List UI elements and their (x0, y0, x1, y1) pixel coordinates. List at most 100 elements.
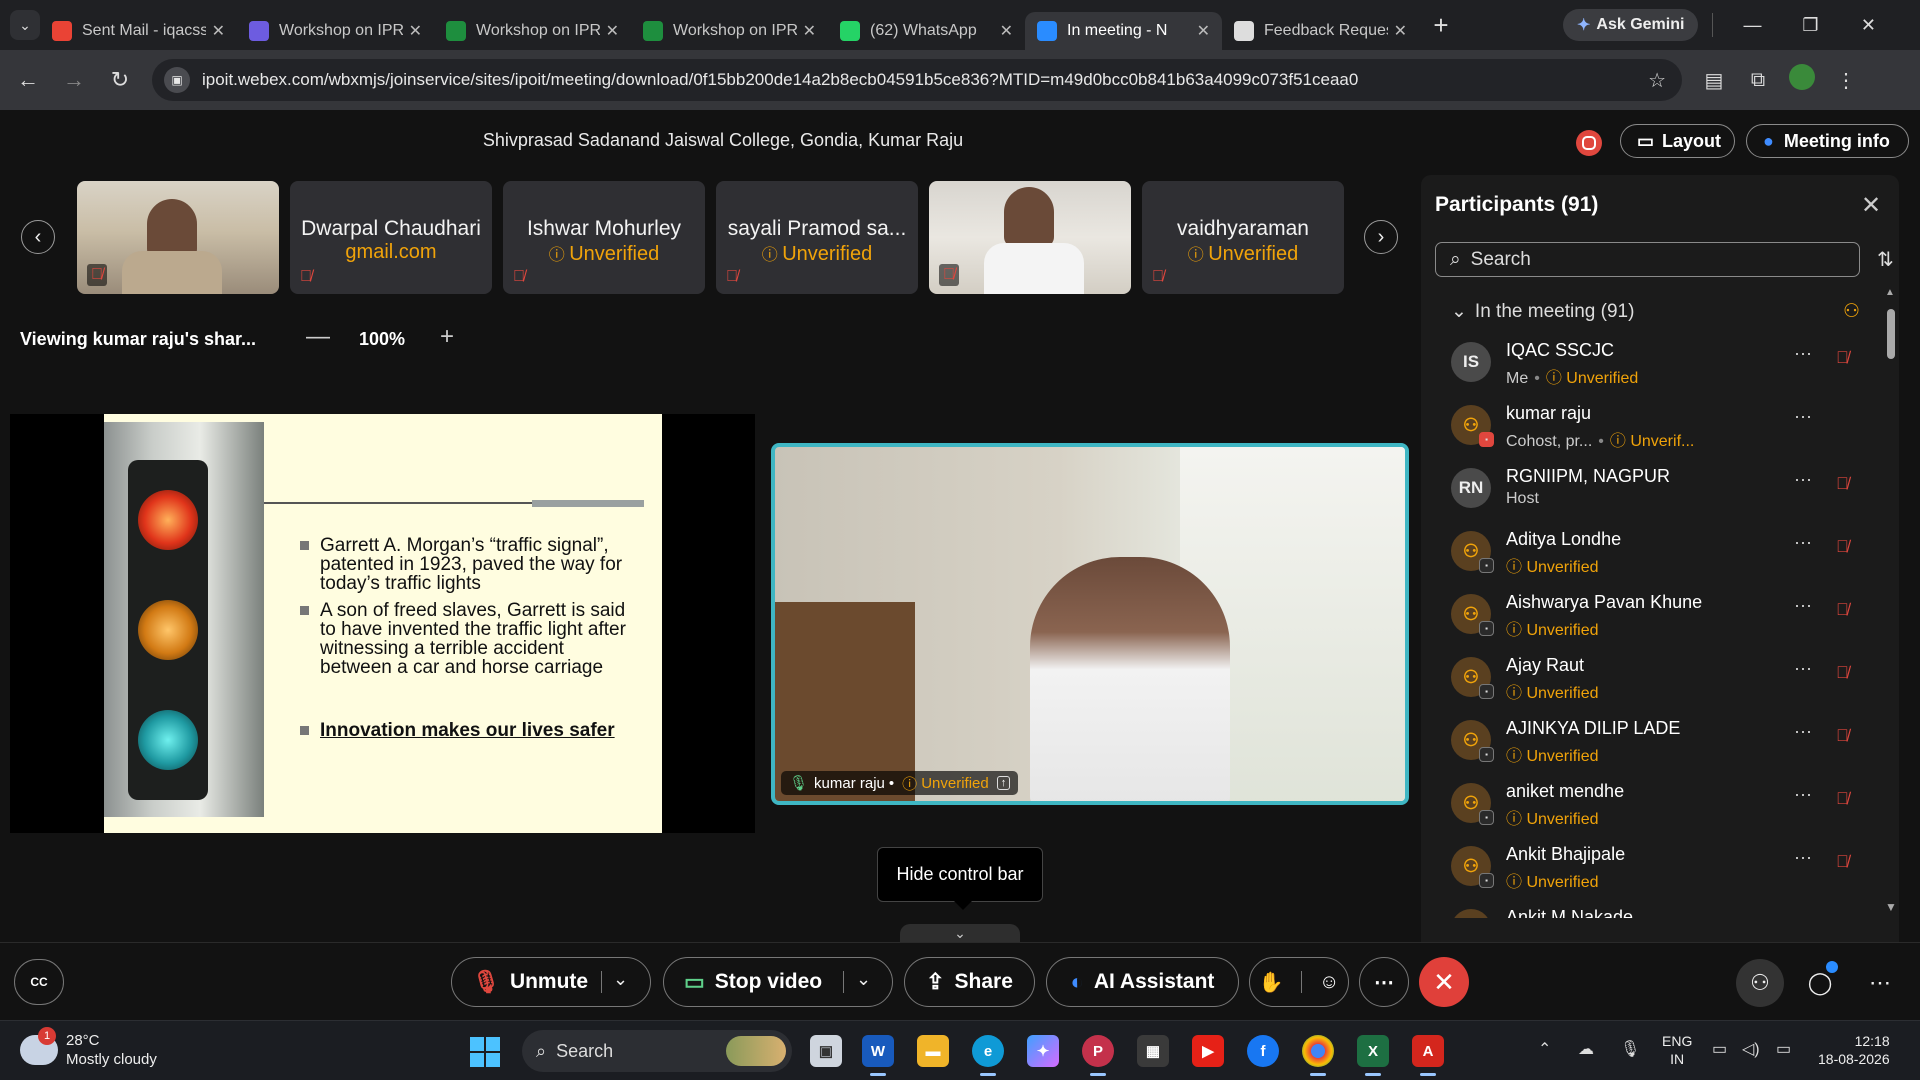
mic-muted-icon[interactable]: 🎙̸ (1836, 600, 1849, 620)
start-button[interactable] (470, 1037, 500, 1067)
participant-row[interactable]: ⚇ ▪ AJINKYA DILIP LADE ⓘ Unverified ⋯ 🎙̸ (1421, 708, 1881, 771)
closed-captions-button[interactable]: CC (14, 959, 64, 1005)
tray-overflow-icon[interactable]: ⌃ (1538, 1039, 1551, 1059)
zoom-out-button[interactable]: — (306, 323, 330, 351)
participant-more-icon[interactable]: ⋯ (1794, 470, 1813, 491)
shared-content[interactable]: Garrett A. Morgan’s “traffic signal”, pa… (10, 414, 755, 833)
profile-avatar[interactable] (1780, 64, 1824, 96)
reload-button[interactable]: ↻ (102, 67, 138, 93)
assign-host-icon[interactable]: ⚇ (1843, 300, 1860, 323)
close-window-button[interactable]: ✕ (1839, 15, 1897, 36)
layout-button[interactable]: ▭ Layout (1620, 124, 1735, 158)
mic-muted-icon[interactable]: 🎙̸ (1836, 852, 1849, 872)
microphone-icon[interactable]: 🎙 (1620, 1039, 1640, 1059)
word-app-icon[interactable]: W (862, 1035, 894, 1076)
mic-muted-icon[interactable]: 🎙̸ (1836, 474, 1849, 494)
strip-next-button[interactable]: › (1364, 220, 1398, 254)
mic-muted-icon[interactable]: 🎙̸ (1836, 537, 1849, 557)
browser-tab[interactable]: Feedback Reques ✕ (1222, 12, 1419, 50)
powerpoint-app-icon[interactable]: P (1082, 1035, 1114, 1076)
participant-more-icon[interactable]: ⋯ (1794, 659, 1813, 680)
in-meeting-section-toggle[interactable]: ⌄ In the meeting (91) (1451, 300, 1634, 323)
participant-thumbnail[interactable]: 🎙̸ (77, 181, 279, 294)
zoom-in-button[interactable]: + (440, 323, 454, 351)
network-icon[interactable]: ▭ (1712, 1039, 1727, 1059)
browser-tab[interactable]: Sent Mail - iqacss ✕ (40, 12, 237, 50)
ai-assistant-button[interactable]: ◐ AI Assistant (1046, 957, 1239, 1007)
back-button[interactable]: ← (10, 67, 46, 93)
volume-icon[interactable]: ◁) (1742, 1039, 1760, 1059)
browser-tab[interactable]: Workshop on IPR ✕ (434, 12, 631, 50)
close-tab-icon[interactable]: ✕ (1197, 21, 1210, 41)
sort-icon[interactable]: ⇅ (1877, 247, 1894, 272)
close-tab-icon[interactable]: ✕ (606, 21, 619, 41)
participant-more-icon[interactable]: ⋯ (1794, 785, 1813, 806)
participants-toggle-button[interactable]: ⚇ (1736, 959, 1784, 1007)
acrobat-app-icon[interactable]: A (1412, 1035, 1444, 1076)
participant-more-icon[interactable]: ⋯ (1794, 722, 1813, 743)
mic-muted-icon[interactable]: 🎙̸ (1836, 726, 1849, 746)
edge-app-icon[interactable]: e (972, 1035, 1004, 1076)
participants-scrollbar[interactable] (1887, 295, 1895, 905)
reading-list-icon[interactable]: ▤ (1692, 68, 1736, 93)
mic-muted-icon[interactable]: 🎙̸ (1836, 789, 1849, 809)
audio-options-chevron-icon[interactable]: ⌄ (613, 969, 628, 990)
participant-row[interactable]: ⚇ ▪ Aditya Londhe ⓘ Unverified ⋯ 🎙̸ (1421, 519, 1881, 582)
participant-row[interactable]: ⚇ ▪ aniket mendhe ⓘ Unverified ⋯ 🎙̸ (1421, 771, 1881, 834)
tab-search-button[interactable]: ⌄ (10, 10, 40, 40)
taskbar-search[interactable]: ⌕ Search (522, 1030, 792, 1072)
browser-tab[interactable]: Workshop on IPR ✕ (631, 12, 828, 50)
site-info-icon[interactable]: ▣ (164, 67, 190, 93)
extensions-icon[interactable]: ⧉ (1736, 69, 1780, 92)
leave-meeting-button[interactable]: ✕ (1419, 957, 1469, 1007)
copilot-app-icon[interactable]: ✦ (1027, 1035, 1059, 1067)
ask-gemini-button[interactable]: ✦ Ask Gemini (1563, 9, 1699, 41)
participant-thumbnail[interactable]: vaidhyaraman ⓘ Unverified 🎙̸ (1142, 181, 1344, 294)
battery-icon[interactable]: ▭ (1776, 1039, 1791, 1059)
close-tab-icon[interactable]: ✕ (212, 21, 225, 41)
minimize-button[interactable]: — (1723, 15, 1781, 36)
participant-thumbnail[interactable]: 🎙̸ (929, 181, 1131, 294)
weather-widget[interactable]: 1 28°C Mostly cloudy (20, 1027, 157, 1069)
onedrive-icon[interactable]: ☁ (1578, 1039, 1594, 1059)
url-bar[interactable]: ▣ ipoit.webex.com/wbxmjs/joinservice/sit… (152, 59, 1682, 101)
close-tab-icon[interactable]: ✕ (1394, 21, 1407, 41)
browser-tab[interactable]: In meeting - N ✕ (1025, 12, 1222, 50)
recording-icon[interactable] (1576, 130, 1602, 156)
file-explorer-icon[interactable]: ▬ (917, 1035, 949, 1067)
language-indicator[interactable]: ENG IN (1662, 1032, 1692, 1068)
close-icon[interactable]: ✕ (1861, 191, 1881, 220)
video-options-chevron-icon[interactable]: ⌄ (856, 969, 871, 990)
participant-more-icon[interactable]: ⋯ (1794, 407, 1813, 428)
more-panels-button[interactable]: ⋯ (1856, 959, 1904, 1007)
participant-more-icon[interactable]: ⋯ (1794, 344, 1813, 365)
forward-button[interactable]: → (56, 67, 92, 93)
participant-thumbnail[interactable]: sayali Pramod sa... ⓘ Unverified 🎙̸ (716, 181, 918, 294)
store-app-icon[interactable]: ▦ (1137, 1035, 1169, 1067)
close-tab-icon[interactable]: ✕ (409, 21, 422, 41)
participant-thumbnail[interactable]: Ishwar Mohurley ⓘ Unverified 🎙̸ (503, 181, 705, 294)
chat-button[interactable]: ◯ (1796, 959, 1844, 1007)
mic-muted-icon[interactable]: 🎙̸ (1836, 348, 1849, 368)
participant-row[interactable]: ⚇ ▪ kumar raju Cohost, pr... • ⓘ Unverif... ⋯ (1421, 393, 1881, 456)
scroll-down-arrow[interactable]: ▼ (1885, 900, 1897, 914)
facebook-app-icon[interactable]: f (1247, 1035, 1279, 1067)
participant-row[interactable]: ⚇ ▪ Ajay Raut ⓘ Unverified ⋯ 🎙̸ (1421, 645, 1881, 708)
participant-row[interactable]: ⚇ ▪ Aishwarya Pavan Khune ⓘ Unverified ⋯ 🎙̸ (1421, 582, 1881, 645)
restore-button[interactable]: ❐ (1781, 15, 1839, 36)
participant-thumbnail[interactable]: Dwarpal Chaudhari gmail.com 🎙̸ (290, 181, 492, 294)
system-clock[interactable]: 12:18 18-08-2026 (1818, 1032, 1890, 1068)
active-speaker-video[interactable]: 🎙 kumar raju • ⓘ Unverified ↑ (771, 443, 1409, 805)
participant-row[interactable]: ⚇ ▪ Ankit Bhajipale ⓘ Unverified ⋯ 🎙̸ (1421, 834, 1881, 897)
chrome-app-icon[interactable] (1302, 1035, 1334, 1076)
youtube-app-icon[interactable]: ▶ (1192, 1035, 1224, 1067)
participant-row[interactable]: RN RGNIIPM, NAGPUR Host ⋯ 🎙̸ (1421, 456, 1881, 519)
participant-more-icon[interactable]: ⋯ (1794, 596, 1813, 617)
excel-app-icon[interactable]: X (1357, 1035, 1389, 1076)
bookmark-star-icon[interactable]: ☆ (1648, 68, 1666, 93)
participant-search-input[interactable]: ⌕ Search (1435, 242, 1860, 277)
reactions-icon[interactable]: ☺ (1319, 971, 1339, 994)
share-button[interactable]: ⇪ Share (904, 957, 1035, 1007)
hide-control-bar-button[interactable]: ⌄ (900, 924, 1020, 942)
close-tab-icon[interactable]: ✕ (1000, 21, 1013, 41)
